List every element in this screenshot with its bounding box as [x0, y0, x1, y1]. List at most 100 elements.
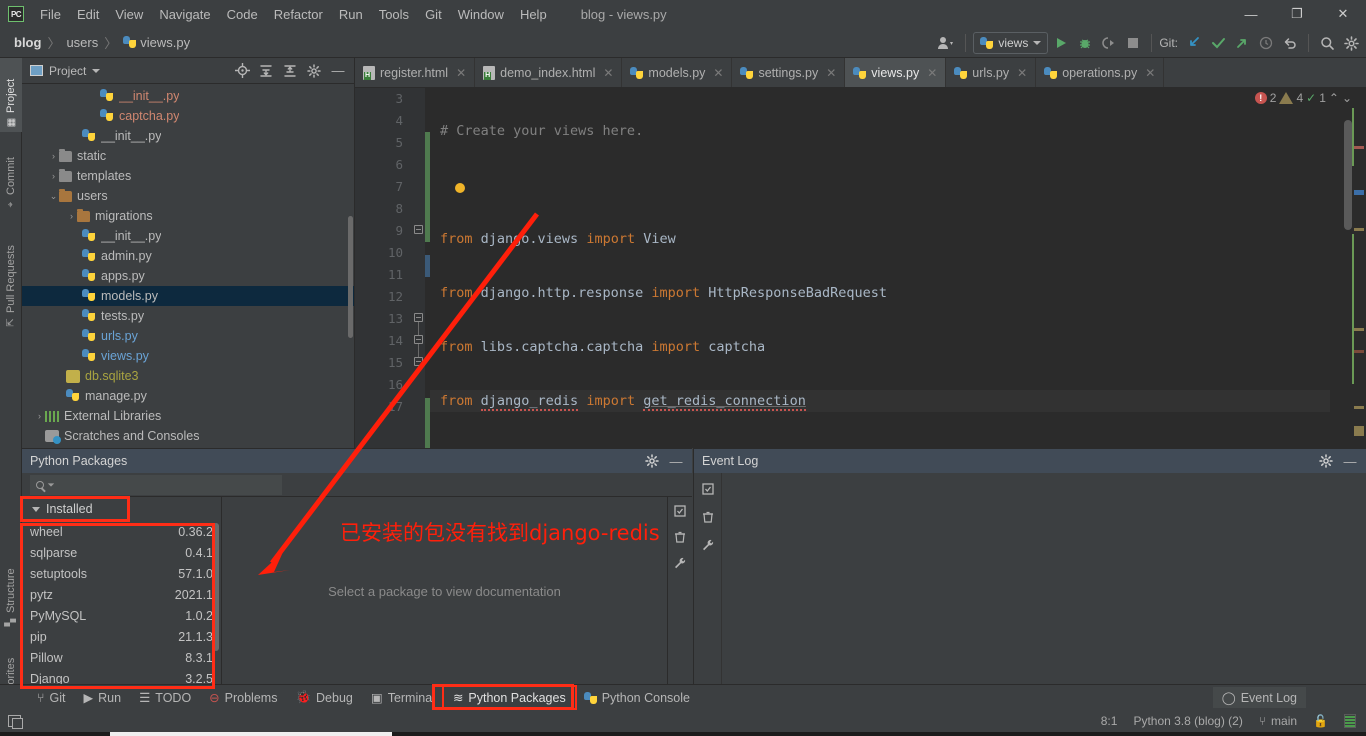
fold-marker-icon[interactable] [414, 357, 423, 366]
code-text[interactable]: # Create your views here. from django.vi… [430, 88, 1330, 735]
mark-all-read-icon[interactable] [700, 481, 716, 497]
tree-item[interactable]: __init__.py [22, 86, 354, 106]
minimize-button[interactable]: — [1228, 0, 1274, 28]
menu-view[interactable]: View [107, 3, 151, 26]
maximize-button[interactable]: ❐ [1274, 0, 1320, 28]
menu-refactor[interactable]: Refactor [266, 3, 331, 26]
menu-file[interactable]: File [32, 3, 69, 26]
git-history-icon[interactable] [1255, 32, 1277, 54]
close-icon[interactable]: ✕ [603, 66, 613, 80]
menu-navigate[interactable]: Navigate [151, 3, 218, 26]
settings-gear-icon[interactable] [1316, 451, 1336, 471]
add-package-icon[interactable] [672, 503, 688, 519]
chevron-right-icon[interactable]: › [66, 211, 77, 221]
chevron-right-icon[interactable]: › [34, 411, 45, 421]
info-marker[interactable] [1354, 190, 1364, 195]
fold-marker-icon[interactable] [414, 335, 423, 344]
taskbar-window[interactable] [110, 732, 392, 736]
breadcrumb-item-views[interactable]: views.py [119, 33, 194, 52]
search-input[interactable] [30, 474, 282, 495]
code-editor[interactable]: ! 2 4 ✓ 1 ⌃ ⌄ 3 4 5 6 7 8 9 10 11 12 13 … [355, 88, 1366, 735]
tree-item[interactable]: __init__.py [22, 226, 354, 246]
menu-run[interactable]: Run [331, 3, 371, 26]
sidebar-item-commit[interactable]: ⌖ Commit [0, 138, 22, 214]
search-everywhere-icon[interactable] [1316, 32, 1338, 54]
settings-wrench-icon[interactable] [672, 555, 688, 571]
fold-marker-icon[interactable] [414, 313, 423, 322]
error-marker[interactable] [1354, 146, 1364, 149]
settings-gear-icon[interactable] [304, 61, 324, 81]
tree-item[interactable]: manage.py [22, 386, 354, 406]
layout-icon[interactable] [8, 715, 23, 729]
editor-scrollbar[interactable] [1344, 120, 1352, 230]
close-icon[interactable]: ✕ [826, 66, 836, 80]
editor-marker-bar[interactable] [1352, 88, 1366, 448]
fold-marker-icon[interactable] [414, 225, 423, 234]
tree-item[interactable]: › migrations [22, 206, 354, 226]
event-log-status-button[interactable]: ◯ Event Log [1212, 687, 1306, 708]
hide-panel-icon[interactable]: — [328, 61, 348, 81]
tree-item[interactable]: views.py [22, 346, 354, 366]
chevron-right-icon[interactable]: › [48, 151, 59, 161]
editor-tab-demo-index-html[interactable]: demo_index.html ✕ [475, 58, 623, 87]
run-configuration-selector[interactable]: views [973, 32, 1049, 54]
bottom-tab-python-console[interactable]: Python Console [575, 688, 699, 708]
run-with-coverage-button[interactable] [1098, 32, 1120, 54]
bottom-tab-problems[interactable]: ⊖ Problems [200, 687, 286, 708]
sidebar-item-pull-requests[interactable]: ⇱ Pull Requests [0, 220, 22, 332]
project-tree[interactable]: __init__.py captcha.py __init__.py › sta… [22, 84, 354, 447]
editor-tab-operations-py[interactable]: operations.py ✕ [1036, 58, 1165, 87]
git-branch-name[interactable]: main [1271, 714, 1297, 728]
settings-wrench-icon[interactable] [700, 537, 716, 553]
breadcrumb-item-blog[interactable]: blog [10, 33, 45, 52]
expand-all-icon[interactable] [256, 61, 276, 81]
settings-gear-icon[interactable] [642, 451, 662, 471]
bottom-tab-todo[interactable]: ☰ TODO [130, 687, 200, 708]
warning-marker[interactable] [1354, 228, 1364, 231]
menu-edit[interactable]: Edit [69, 3, 107, 26]
code-folding-column[interactable] [411, 88, 425, 448]
git-update-project-icon[interactable] [1183, 32, 1205, 54]
bottom-tab-run[interactable]: ▶ Run [75, 687, 131, 708]
breadcrumb-item-users[interactable]: users [62, 33, 102, 52]
hide-panel-icon[interactable]: — [666, 451, 686, 471]
inspection-widget[interactable]: ! 2 4 ✓ 1 ⌃ ⌄ [1254, 91, 1352, 105]
tree-item[interactable]: › templates [22, 166, 354, 186]
hide-panel-icon[interactable]: — [1340, 451, 1360, 471]
previous-highlight-icon[interactable]: ⌃ [1329, 91, 1339, 105]
sidebar-item-project[interactable]: ▦ Project [0, 58, 22, 132]
memory-indicator[interactable] [1344, 714, 1356, 728]
menu-code[interactable]: Code [219, 3, 266, 26]
project-panel-title[interactable]: Project [30, 64, 101, 78]
editor-tab-models-py[interactable]: models.py ✕ [622, 58, 733, 87]
tree-item[interactable]: › static [22, 146, 354, 166]
close-icon[interactable]: ✕ [456, 66, 466, 80]
git-push-icon[interactable] [1231, 32, 1253, 54]
project-tree-scrollbar[interactable] [348, 216, 353, 338]
bottom-tab-debug[interactable]: 🐞 Debug [286, 687, 361, 708]
warning-marker[interactable] [1354, 328, 1364, 331]
editor-tab-register-html[interactable]: register.html ✕ [355, 58, 476, 87]
tree-item[interactable]: apps.py [22, 266, 354, 286]
tree-item[interactable]: urls.py [22, 326, 354, 346]
menu-window[interactable]: Window [450, 3, 512, 26]
chevron-down-icon[interactable] [47, 482, 55, 487]
settings-gear-icon[interactable] [1340, 32, 1362, 54]
menu-tools[interactable]: Tools [371, 3, 417, 26]
editor-tab-urls-py[interactable]: urls.py ✕ [946, 58, 1037, 87]
intention-bulb-icon[interactable] [455, 183, 465, 193]
close-icon[interactable]: ✕ [1145, 66, 1155, 80]
chevron-right-icon[interactable]: › [48, 171, 59, 181]
tree-item-selected[interactable]: models.py [22, 286, 354, 306]
close-icon[interactable]: ✕ [927, 66, 937, 80]
undo-icon[interactable] [1279, 32, 1301, 54]
warning-marker[interactable] [1354, 406, 1364, 409]
tree-item-external-libraries[interactable]: › External Libraries [22, 406, 354, 426]
editor-tab-views-py[interactable]: views.py ✕ [845, 58, 947, 87]
menu-git[interactable]: Git [417, 3, 450, 26]
git-commit-icon[interactable] [1207, 32, 1229, 54]
bottom-tab-git[interactable]: ⑂ Git [28, 688, 75, 708]
python-interpreter[interactable]: Python 3.8 (blog) (2) [1133, 714, 1242, 728]
error-marker[interactable] [1354, 350, 1364, 353]
tree-item[interactable]: __init__.py [22, 126, 354, 146]
